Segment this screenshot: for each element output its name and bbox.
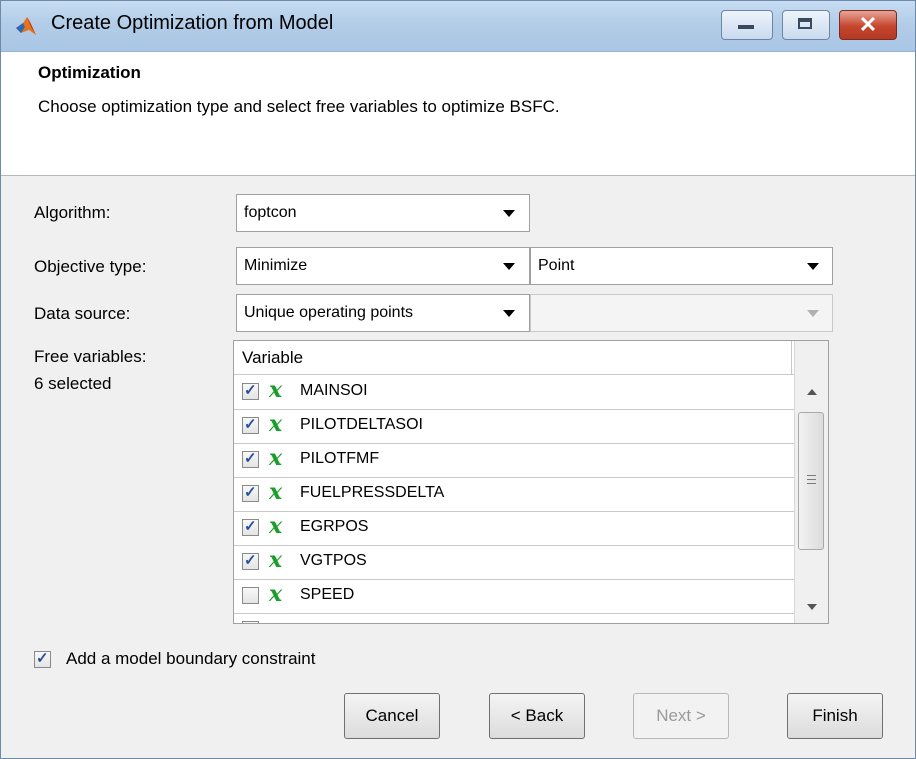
table-header: Variable [234, 341, 794, 375]
free-variables-table: Variable x MAINSOI x PILOTDELTASOI x PILOTFMF… [233, 340, 829, 624]
table-row[interactable]: x FUELPRESSDELTA [234, 477, 794, 512]
table-row[interactable]: x PILOTDELTASOI [234, 409, 794, 444]
chevron-down-icon [807, 263, 819, 270]
scroll-down-icon[interactable] [807, 604, 817, 610]
algorithm-label: Algorithm: [34, 203, 111, 222]
boundary-constraint-checkbox[interactable] [34, 649, 51, 668]
scroll-up-icon[interactable] [807, 389, 817, 395]
variable-name: FUELPRESSDELTA [300, 484, 445, 501]
objective-mode-dropdown[interactable]: Point [530, 247, 833, 285]
objective-mode-value: Point [538, 257, 575, 274]
column-divider [791, 341, 792, 374]
scrollbar-thumb[interactable] [798, 412, 824, 550]
page-description: Choose optimization type and select free… [38, 97, 560, 116]
window-title: Create Optimization from Model [51, 12, 334, 34]
data-source-label: Data source: [34, 304, 131, 323]
back-button[interactable]: < Back [489, 693, 585, 739]
variable-checkbox[interactable] [242, 517, 259, 536]
table-row[interactable]: x SPEED [234, 579, 794, 614]
variable-name: EGRPOS [300, 518, 369, 535]
maximize-button[interactable] [782, 10, 830, 40]
column-header-variable[interactable]: Variable [242, 348, 303, 368]
next-button: Next > [633, 693, 729, 739]
wizard-header: Optimization Choose optimization type an… [1, 52, 915, 176]
algorithm-dropdown[interactable]: foptcon [236, 194, 530, 232]
cancel-button[interactable]: Cancel [344, 693, 440, 739]
algorithm-value: foptcon [244, 204, 297, 221]
data-source-secondary-dropdown [530, 294, 833, 332]
minimize-icon [738, 25, 754, 29]
variable-icon: x [269, 411, 283, 437]
variable-icon: x [269, 445, 283, 471]
data-source-dropdown[interactable]: Unique operating points [236, 294, 530, 332]
title-bar: Create Optimization from Model ✕ [1, 1, 915, 52]
variable-checkbox[interactable] [242, 587, 259, 604]
table-row[interactable]: x MAINSOI [234, 375, 794, 410]
variable-checkbox[interactable] [242, 621, 259, 623]
table-row[interactable] [234, 613, 794, 623]
grip-line [807, 483, 816, 484]
variable-name: MAINSOI [300, 382, 368, 399]
variable-checkbox[interactable] [242, 483, 259, 502]
chevron-down-icon [503, 210, 515, 217]
variable-icon: x [269, 479, 283, 505]
matlab-icon [16, 17, 36, 35]
vertical-scrollbar[interactable] [794, 341, 828, 623]
variable-name: VGTPOS [300, 552, 367, 569]
free-variables-label: Free variables: [34, 347, 147, 366]
table-row[interactable]: x PILOTFMF [234, 443, 794, 478]
maximize-icon [798, 18, 812, 29]
variable-checkbox[interactable] [242, 551, 259, 570]
variable-icon: x [269, 513, 283, 539]
variable-checkbox[interactable] [242, 381, 259, 400]
objective-type-label: Objective type: [34, 257, 147, 276]
table-row[interactable]: x VGTPOS [234, 545, 794, 580]
dialog-window: Create Optimization from Model ✕ Optimiz… [0, 0, 916, 759]
page-title: Optimization [38, 63, 141, 82]
grip-line [807, 479, 816, 480]
data-source-value: Unique operating points [244, 304, 414, 321]
close-button[interactable]: ✕ [839, 10, 897, 40]
variable-icon: x [269, 547, 283, 573]
variable-name: PILOTDELTASOI [300, 416, 423, 433]
variable-checkbox[interactable] [242, 449, 259, 468]
table-row[interactable]: x EGRPOS [234, 511, 794, 546]
objective-type-value: Minimize [244, 257, 308, 274]
grip-line [807, 475, 816, 476]
variable-checkbox[interactable] [242, 415, 259, 434]
minimize-button[interactable] [721, 10, 773, 40]
chevron-down-icon [807, 310, 819, 317]
chevron-down-icon [503, 263, 515, 270]
objective-type-dropdown[interactable]: Minimize [236, 247, 530, 285]
boundary-constraint-label: Add a model boundary constraint [66, 649, 316, 668]
chevron-down-icon [503, 310, 515, 317]
variable-name: SPEED [300, 586, 355, 603]
free-variables-count: 6 selected [34, 374, 112, 393]
variable-name: PILOTFMF [300, 450, 380, 467]
finish-button[interactable]: Finish [787, 693, 883, 739]
variable-icon: x [269, 581, 283, 607]
variable-icon: x [269, 377, 283, 403]
close-icon: ✕ [858, 12, 878, 37]
